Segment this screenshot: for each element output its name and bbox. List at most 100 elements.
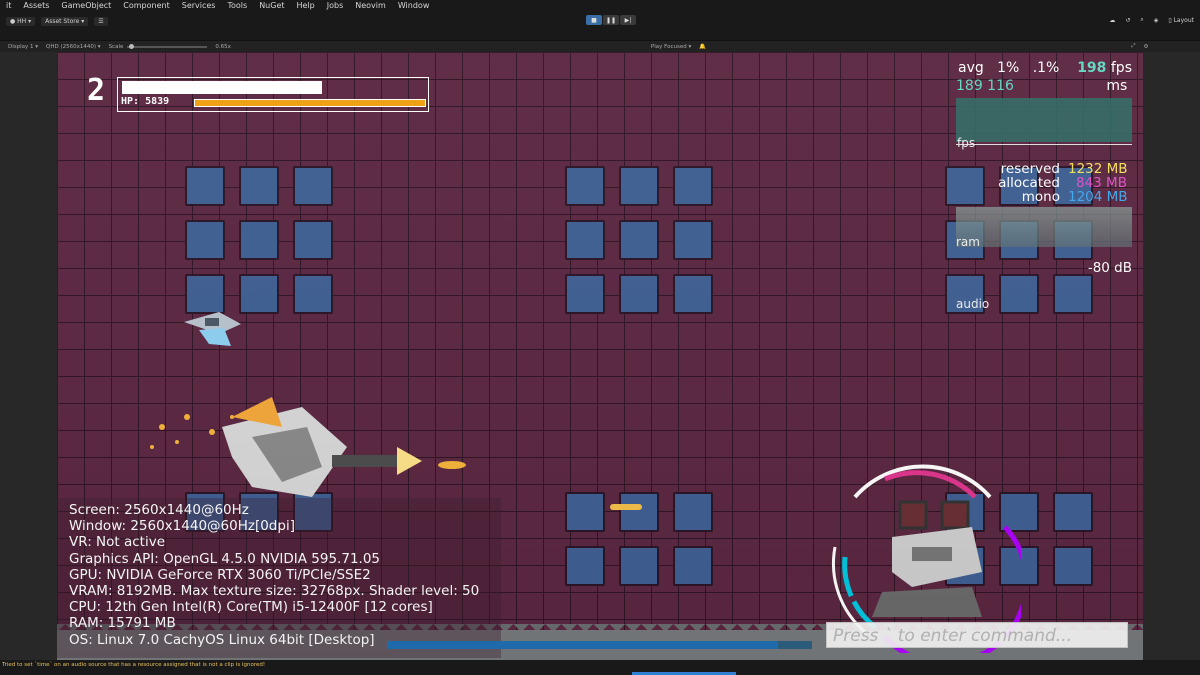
menu-item-assets[interactable]: Assets bbox=[17, 0, 55, 11]
sysinfo-vram: VRAM: 8192MB. Max texture size: 32768px.… bbox=[69, 583, 480, 600]
resolution-dropdown[interactable]: QHD (2560x1440) ▾ bbox=[46, 44, 101, 50]
sysinfo-graphics-api: Graphics API: OpenGL 4.5.0 NVIDIA 595.71… bbox=[69, 550, 381, 567]
scale-label: Scale bbox=[108, 43, 124, 50]
graphy-performance-overlay: avg 1% .1% 198 fps 189 116 ms fps reserv… bbox=[950, 52, 1143, 317]
hp-value: 5839 bbox=[145, 96, 170, 107]
menu-item-help[interactable]: Help bbox=[291, 0, 321, 11]
menu-item-services[interactable]: Services bbox=[176, 0, 222, 11]
memory-mono-label: mono bbox=[1021, 189, 1060, 205]
game-viewport[interactable]: 2 HP: 5839 avg 1% .1% 198 fps 189 116 ms… bbox=[57, 52, 1143, 660]
background-window bbox=[673, 166, 713, 206]
background-window bbox=[293, 220, 333, 260]
layers-icon[interactable]: ◈ bbox=[1154, 17, 1159, 24]
play-button[interactable]: ■ bbox=[586, 15, 602, 25]
menu-item-jobs[interactable]: Jobs bbox=[321, 0, 350, 11]
system-info-panel: Screen: 2560x1440@60Hz Window: 2560x1440… bbox=[69, 502, 501, 648]
background-window bbox=[619, 546, 659, 586]
fps-graph bbox=[956, 98, 1132, 142]
toolbar-extra-icon[interactable]: ☰ bbox=[94, 17, 108, 26]
audio-db-value: -80 dB bbox=[1087, 260, 1132, 276]
memory-allocated-value: 843 MB bbox=[1076, 175, 1127, 191]
fps-01pct-label: .1% bbox=[1032, 60, 1060, 76]
scale-slider-knob[interactable] bbox=[129, 43, 135, 49]
background-window bbox=[619, 274, 659, 314]
layout-dropdown[interactable]: ▯ Layout bbox=[1168, 17, 1194, 24]
ram-label: ram bbox=[956, 235, 980, 249]
background-window bbox=[565, 220, 605, 260]
display-label: Display 1 bbox=[8, 43, 34, 50]
search-icon[interactable]: ⌕ bbox=[1140, 16, 1143, 24]
fps-current-value: 198 bbox=[1077, 60, 1107, 76]
progress-bar bbox=[387, 641, 812, 649]
player-mech-sprite bbox=[150, 397, 466, 497]
menu-item-gameobject[interactable]: GameObject bbox=[55, 0, 117, 11]
mute-audio-icon[interactable]: 🔔 bbox=[699, 44, 706, 50]
background-window bbox=[565, 166, 605, 206]
menu-item-component[interactable]: Component bbox=[117, 0, 175, 11]
account-button[interactable]: ● HH ▾ bbox=[6, 17, 36, 26]
fps-values-row: 189 116 ms bbox=[956, 78, 1127, 94]
editor-status-bar: Tried to set `time` on an audio source t… bbox=[0, 660, 1200, 675]
layout-label: Layout bbox=[1173, 16, 1194, 24]
background-window bbox=[673, 274, 713, 314]
main-toolbar: ● HH ▾ Asset Store ▾ ☰ ■ ❚❚ ▶| ☁ ↺ ⌕ ◈ ▯… bbox=[0, 11, 1200, 41]
background-window bbox=[185, 166, 225, 206]
scale-value: 0.65x bbox=[215, 43, 231, 50]
hp-bar bbox=[194, 99, 426, 107]
menu-item-nuget[interactable]: NuGet bbox=[253, 0, 290, 11]
console-placeholder: Press ` to enter command... bbox=[833, 626, 1073, 646]
fps-graph-label: fps bbox=[957, 136, 976, 150]
scale-slider[interactable] bbox=[127, 43, 208, 49]
sysinfo-gpu: GPU: NVIDIA GeForce RTX 3060 Ti/PCIe/SSE… bbox=[69, 566, 371, 583]
maximize-icon[interactable]: ⤢ bbox=[1131, 43, 1135, 50]
background-window bbox=[1053, 546, 1093, 586]
background-window bbox=[619, 492, 659, 532]
undo-history-icon[interactable]: ↺ bbox=[1125, 17, 1130, 24]
background-window bbox=[673, 546, 713, 586]
background-window bbox=[293, 166, 333, 206]
game-view-toolbar: Display 1 ▾ QHD (2560x1440) ▾ Scale 0.65… bbox=[0, 41, 1200, 52]
background-window bbox=[673, 220, 713, 260]
menu-item-window[interactable]: Window bbox=[392, 0, 436, 11]
background-window bbox=[673, 492, 713, 532]
level-number: 2 bbox=[87, 73, 106, 108]
sysinfo-window: Window: 2560x1440@60Hz[0dpi] bbox=[69, 518, 295, 535]
enemy-drone-sprite bbox=[184, 312, 241, 346]
fps-avg-label: avg bbox=[958, 60, 984, 76]
bullet bbox=[610, 504, 642, 510]
asset-store-label: Asset Store bbox=[45, 18, 80, 25]
hp-label-text: HP: bbox=[121, 96, 140, 107]
sysinfo-ram: RAM: 15791 MB bbox=[69, 615, 176, 632]
gizmos-icon[interactable]: ⚙ bbox=[1143, 44, 1148, 50]
account-label: HH bbox=[17, 18, 27, 25]
sysinfo-vr: VR: Not active bbox=[69, 534, 166, 551]
command-console-input[interactable]: Press ` to enter command... bbox=[826, 622, 1128, 648]
pause-button[interactable]: ❚❚ bbox=[603, 15, 619, 25]
cloud-icon[interactable]: ☁ bbox=[1109, 17, 1115, 24]
ms-unit-label: ms bbox=[1106, 78, 1128, 94]
background-window bbox=[565, 274, 605, 314]
memory-reserved-label: reserved bbox=[1000, 161, 1060, 177]
memory-mono-value: 1204 MB bbox=[1068, 189, 1128, 205]
memory-reserved-value: 1232 MB bbox=[1068, 161, 1128, 177]
hp-label: HP: 5839 bbox=[121, 96, 169, 107]
sysinfo-cpu: CPU: 12th Gen Intel(R) Core(TM) i5-12400… bbox=[69, 599, 433, 616]
display-dropdown[interactable]: Display 1 ▾ bbox=[8, 44, 38, 50]
background-window bbox=[185, 220, 225, 260]
asset-store-button[interactable]: Asset Store ▾ bbox=[41, 17, 89, 26]
menu-item-neovim[interactable]: Neovim bbox=[349, 0, 392, 11]
menu-item-it[interactable]: it bbox=[0, 0, 17, 11]
fps-values: 189 116 bbox=[956, 78, 1014, 94]
background-window bbox=[239, 220, 279, 260]
console-warning-message[interactable]: Tried to set `time` on an audio source t… bbox=[2, 662, 265, 668]
main-menu-bar: it Assets GameObject Component Services … bbox=[0, 0, 1200, 11]
step-button[interactable]: ▶| bbox=[620, 15, 636, 25]
player-status-panel: HP: 5839 bbox=[117, 77, 429, 112]
background-window bbox=[619, 166, 659, 206]
resolution-label: QHD (2560x1440) bbox=[46, 43, 97, 50]
background-window bbox=[565, 492, 605, 532]
play-focused-dropdown[interactable]: Play Focused ▾ bbox=[651, 44, 691, 50]
menu-item-tools[interactable]: Tools bbox=[221, 0, 253, 11]
shield-bar bbox=[122, 81, 322, 94]
fps-unit-label: fps bbox=[1110, 60, 1132, 76]
